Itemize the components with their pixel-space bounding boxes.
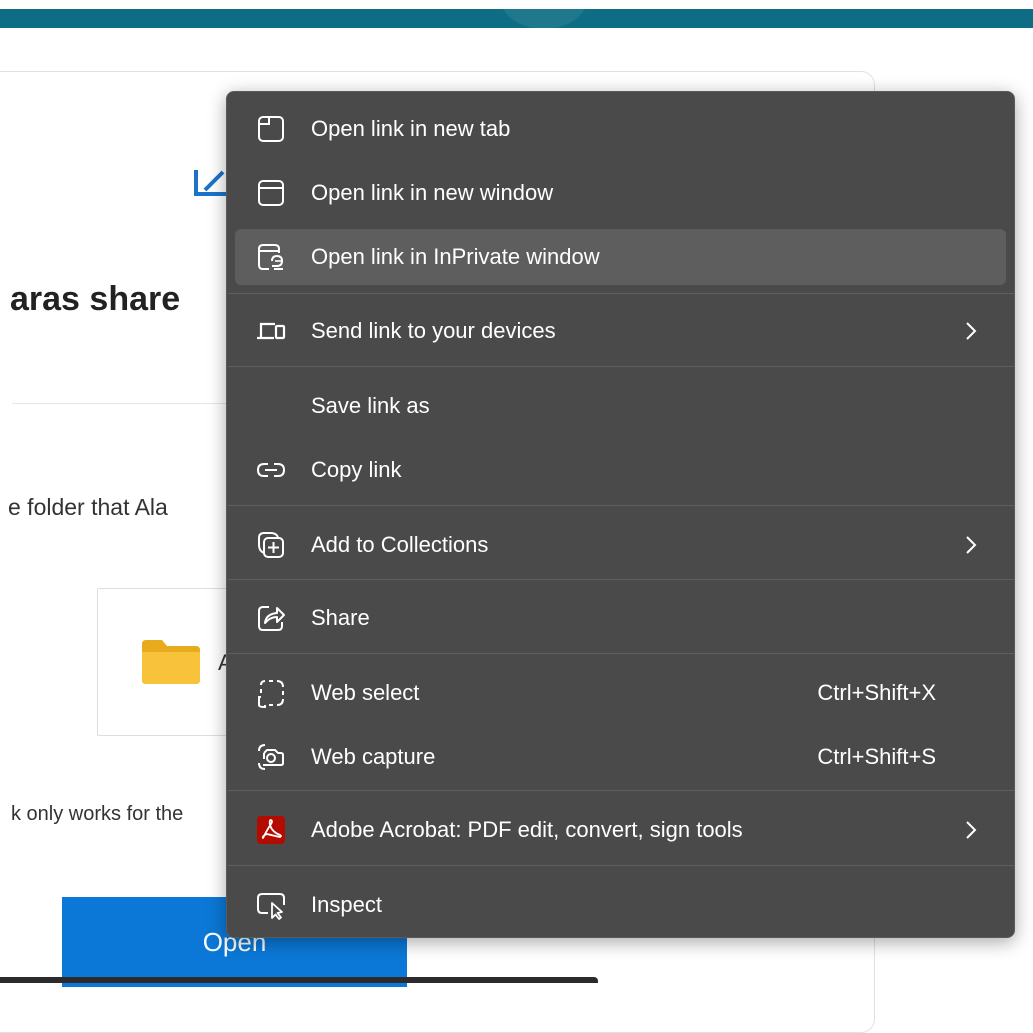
menu-item-label: Web capture bbox=[311, 744, 436, 769]
menu-item-web-capture[interactable]: Web capture Ctrl+Shift+S bbox=[235, 729, 1006, 785]
folder-icon bbox=[142, 640, 200, 684]
new-tab-icon bbox=[258, 116, 284, 142]
menu-item-label: Adobe Acrobat: PDF edit, convert, sign t… bbox=[311, 817, 743, 842]
menu-item-open-new-tab[interactable]: Open link in new tab bbox=[235, 101, 1006, 157]
menu-item-shortcut: Ctrl+Shift+S bbox=[817, 744, 936, 769]
menu-item-label: Open link in new tab bbox=[311, 116, 511, 141]
menu-item-send-to-devices[interactable]: Send link to your devices bbox=[235, 303, 1006, 359]
menu-item-open-new-window[interactable]: Open link in new window bbox=[235, 165, 1006, 221]
chevron-right-icon bbox=[966, 536, 977, 554]
menu-separator bbox=[228, 790, 1015, 791]
inspect-icon bbox=[257, 893, 285, 920]
menu-item-adobe-acrobat[interactable]: Adobe Acrobat: PDF edit, convert, sign t… bbox=[235, 802, 1006, 858]
collections-icon bbox=[258, 532, 284, 558]
context-menu: Open link in new tab Open link in new wi… bbox=[226, 91, 1015, 938]
menu-item-label: Send link to your devices bbox=[311, 318, 556, 343]
menu-item-web-select[interactable]: Web select Ctrl+Shift+X bbox=[235, 665, 1006, 721]
devices-icon bbox=[257, 322, 286, 340]
menu-separator bbox=[228, 579, 1015, 580]
menu-item-share[interactable]: Share bbox=[235, 590, 1006, 646]
status-bar bbox=[0, 977, 598, 983]
inprivate-window-icon bbox=[258, 244, 284, 270]
menu-item-label: Open link in new window bbox=[311, 180, 554, 205]
menu-item-shortcut: Ctrl+Shift+X bbox=[817, 680, 936, 705]
web-capture-icon bbox=[258, 744, 284, 770]
menu-separator bbox=[228, 653, 1015, 654]
menu-item-open-inprivate[interactable]: Open link in InPrivate window bbox=[235, 229, 1006, 285]
menu-separator bbox=[228, 505, 1015, 506]
chevron-right-icon bbox=[966, 821, 977, 839]
menu-item-label: Add to Collections bbox=[311, 532, 489, 557]
banner-decoration bbox=[500, 0, 588, 29]
share-icon bbox=[258, 606, 285, 631]
chevron-right-icon bbox=[966, 322, 977, 340]
menu-item-label: Share bbox=[311, 605, 370, 630]
link-icon bbox=[256, 463, 286, 477]
menu-item-add-to-collections[interactable]: Add to Collections bbox=[235, 517, 1006, 573]
menu-separator bbox=[228, 366, 1015, 367]
menu-separator bbox=[228, 293, 1015, 294]
top-banner bbox=[0, 0, 1033, 29]
menu-item-copy-link[interactable]: Copy link bbox=[235, 442, 1006, 498]
menu-item-inspect[interactable]: Inspect bbox=[235, 877, 1006, 933]
menu-item-label: Save link as bbox=[311, 393, 430, 418]
menu-item-label: Open link in InPrivate window bbox=[311, 244, 600, 269]
web-select-icon bbox=[258, 680, 284, 709]
page-subtitle: e folder that Ala bbox=[8, 494, 168, 520]
menu-separator bbox=[228, 865, 1015, 866]
menu-item-save-link-as[interactable]: Save link as bbox=[235, 378, 1006, 434]
page-title: aras share bbox=[10, 280, 181, 318]
new-window-icon bbox=[258, 180, 284, 206]
menu-item-label: Web select bbox=[311, 680, 420, 705]
link-note: k only works for the bbox=[11, 803, 184, 825]
menu-item-label: Copy link bbox=[311, 457, 402, 482]
adobe-acrobat-icon bbox=[257, 816, 285, 844]
menu-item-label: Inspect bbox=[311, 892, 382, 917]
